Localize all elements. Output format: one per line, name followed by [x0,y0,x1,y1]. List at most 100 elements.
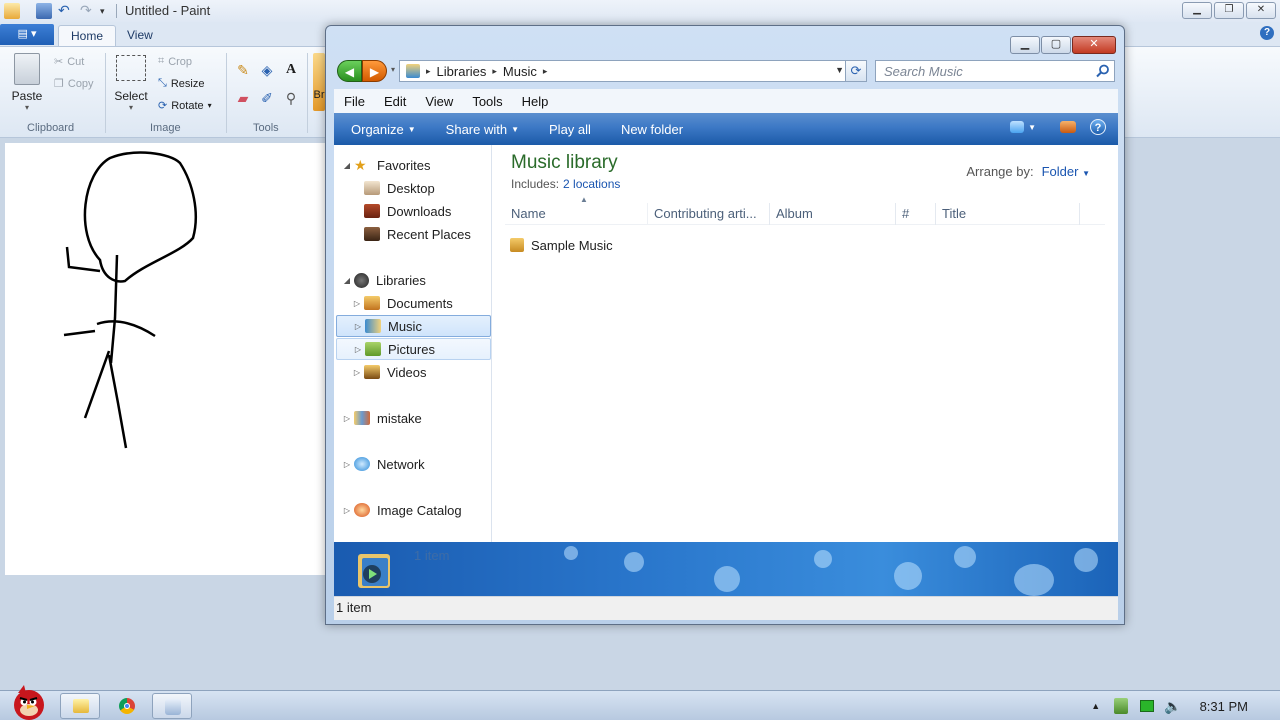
volume-icon[interactable]: 🔈 [1164,698,1181,715]
forward-button[interactable]: ▶ [362,60,387,82]
share-with-button[interactable]: Share with ▼ [446,122,519,137]
paint-app-icon[interactable] [4,3,20,19]
nav-item-music[interactable]: ▷ Music [336,315,491,337]
nav-item-videos[interactable]: ▷ Videos [350,361,490,383]
preview-pane-icon[interactable] [1060,121,1076,133]
undo-icon[interactable]: ↶ [58,3,74,19]
bokeh-decoration [624,552,644,572]
explorer-minimize-button[interactable]: ▁ [1010,36,1040,54]
expand-triangle-icon[interactable]: ▷ [340,414,354,423]
save-icon[interactable] [36,3,52,19]
nav-item-pictures[interactable]: ▷ Pictures [336,338,491,360]
details-pane: 1 item [334,542,1118,596]
help-icon[interactable]: ? [1260,26,1274,40]
tray-app-icon[interactable] [1114,698,1129,714]
column-header-name[interactable]: Name [505,203,648,225]
pencil-icon[interactable]: ✎ [233,60,253,80]
change-view-icon[interactable] [1010,121,1025,133]
eraser-icon[interactable]: ▰ [233,88,253,108]
library-locations-link[interactable]: 2 locations [563,177,620,191]
library-content-pane: Music library Includes: 2 locations Arran… [492,145,1118,542]
nav-item-recent-places[interactable]: Recent Places [364,223,490,245]
menu-view[interactable]: View [425,94,453,109]
nav-item-documents[interactable]: ▷ Documents [350,292,490,314]
expand-triangle-icon[interactable]: ▷ [351,345,365,354]
paint-close-button[interactable]: ✕ [1246,2,1276,19]
paint-canvas[interactable] [5,143,335,575]
expand-triangle-icon[interactable]: ▷ [350,368,364,377]
column-header-title[interactable]: Title [936,203,1080,225]
tab-view[interactable]: View [115,25,165,46]
column-header-contributing-artists[interactable]: Contributing arti... [648,203,770,225]
battery-icon[interactable] [1140,700,1155,712]
search-icon[interactable] [1096,64,1110,78]
nav-item-favorites[interactable]: ◢ ★ Favorites [340,154,498,176]
menu-tools[interactable]: Tools [472,94,502,109]
search-input[interactable]: Search Music [875,60,1115,82]
breadcrumb-libraries[interactable]: Libraries [437,64,487,79]
taskbar-clock[interactable]: 8:31 PM [1200,699,1248,714]
text-tool-icon[interactable]: A [281,60,301,80]
paint-menu-button[interactable]: ▤ ▾ [0,24,54,45]
rotate-button[interactable]: ⟳ Rotate ▾ [158,99,212,113]
expand-triangle-icon[interactable]: ◢ [340,276,354,285]
back-button[interactable]: ◀ [337,60,362,82]
redo-icon[interactable]: ↷ [80,3,96,19]
taskbar-paint-button[interactable] [152,693,192,719]
taskbar-explorer-button[interactable] [60,693,100,719]
play-all-button[interactable]: Play all [549,122,591,137]
brushes-button-partial[interactable]: Br [313,53,325,111]
breadcrumb-arrow-icon[interactable]: ▸ [543,66,548,77]
taskbar-chrome-button[interactable] [107,693,147,719]
arrange-by-dropdown[interactable]: Folder ▼ [1042,164,1090,179]
organize-button[interactable]: Organize ▼ [351,122,416,137]
address-bar[interactable]: ▸ Libraries ▸ Music ▸ ▼ [399,60,849,82]
expand-triangle-icon[interactable]: ▷ [351,322,365,331]
color-picker-icon[interactable]: ✐ [257,88,277,108]
breadcrumb-arrow-icon[interactable]: ▸ [426,66,431,77]
chevron-down-icon[interactable]: ▼ [1028,123,1036,132]
show-hidden-icons-icon[interactable]: ▲ [1091,701,1100,711]
fill-bucket-icon[interactable]: ◈ [257,60,277,80]
menu-edit[interactable]: Edit [384,94,406,109]
new-folder-button[interactable]: New folder [621,122,683,137]
address-history-dropdown[interactable]: ▼ [835,65,844,75]
refresh-button[interactable]: ⟳ [845,60,867,82]
copy-button[interactable]: ❐ Copy [54,77,94,91]
breadcrumb-music[interactable]: Music [503,64,537,79]
select-button[interactable]: Select ▾ [113,55,149,112]
start-button-angry-bird-icon[interactable] [8,683,50,720]
crop-icon: ⌗ [158,55,165,67]
cut-button[interactable]: ✂ Cut [54,55,84,69]
expand-triangle-icon[interactable]: ▷ [350,299,364,308]
nav-item-image-catalog[interactable]: ▷ Image Catalog [340,499,498,521]
list-item[interactable]: Sample Music [510,235,613,255]
breadcrumb-arrow-icon[interactable]: ▸ [492,66,497,77]
expand-triangle-icon[interactable]: ▷ [340,460,354,469]
nav-item-network[interactable]: ▷ Network [340,453,498,475]
nav-item-libraries[interactable]: ◢ Libraries [340,269,498,291]
recent-pages-dropdown[interactable]: ▾ [391,65,395,74]
help-icon[interactable]: ? [1090,119,1106,135]
nav-item-downloads[interactable]: Downloads [364,200,490,222]
explorer-maximize-button[interactable]: ▢ [1041,36,1071,54]
explorer-close-button[interactable]: ✕ [1072,36,1116,54]
magnifier-icon[interactable]: ⚲ [281,88,301,108]
tab-home[interactable]: Home [58,25,117,46]
resize-button[interactable]: ⤡ Resize [158,77,204,90]
menu-help[interactable]: Help [522,94,549,109]
menu-file[interactable]: File [344,94,365,109]
paint-icon [165,699,181,715]
paint-restore-button[interactable]: ❐ [1214,2,1244,19]
column-header-track-number[interactable]: # [896,203,936,225]
paste-button[interactable]: Paste ▾ [8,53,46,112]
copy-label: Copy [67,77,94,90]
paint-minimize-button[interactable]: ▁ [1182,2,1212,19]
nav-item-mistake[interactable]: ▷ mistake [340,407,498,429]
expand-triangle-icon[interactable]: ◢ [340,161,354,170]
column-header-album[interactable]: Album [770,203,896,225]
expand-triangle-icon[interactable]: ▷ [340,506,354,515]
customize-quick-access-icon[interactable]: ▾ [100,3,116,19]
nav-item-desktop[interactable]: Desktop [364,177,490,199]
crop-button[interactable]: ⌗ Crop [158,55,192,68]
